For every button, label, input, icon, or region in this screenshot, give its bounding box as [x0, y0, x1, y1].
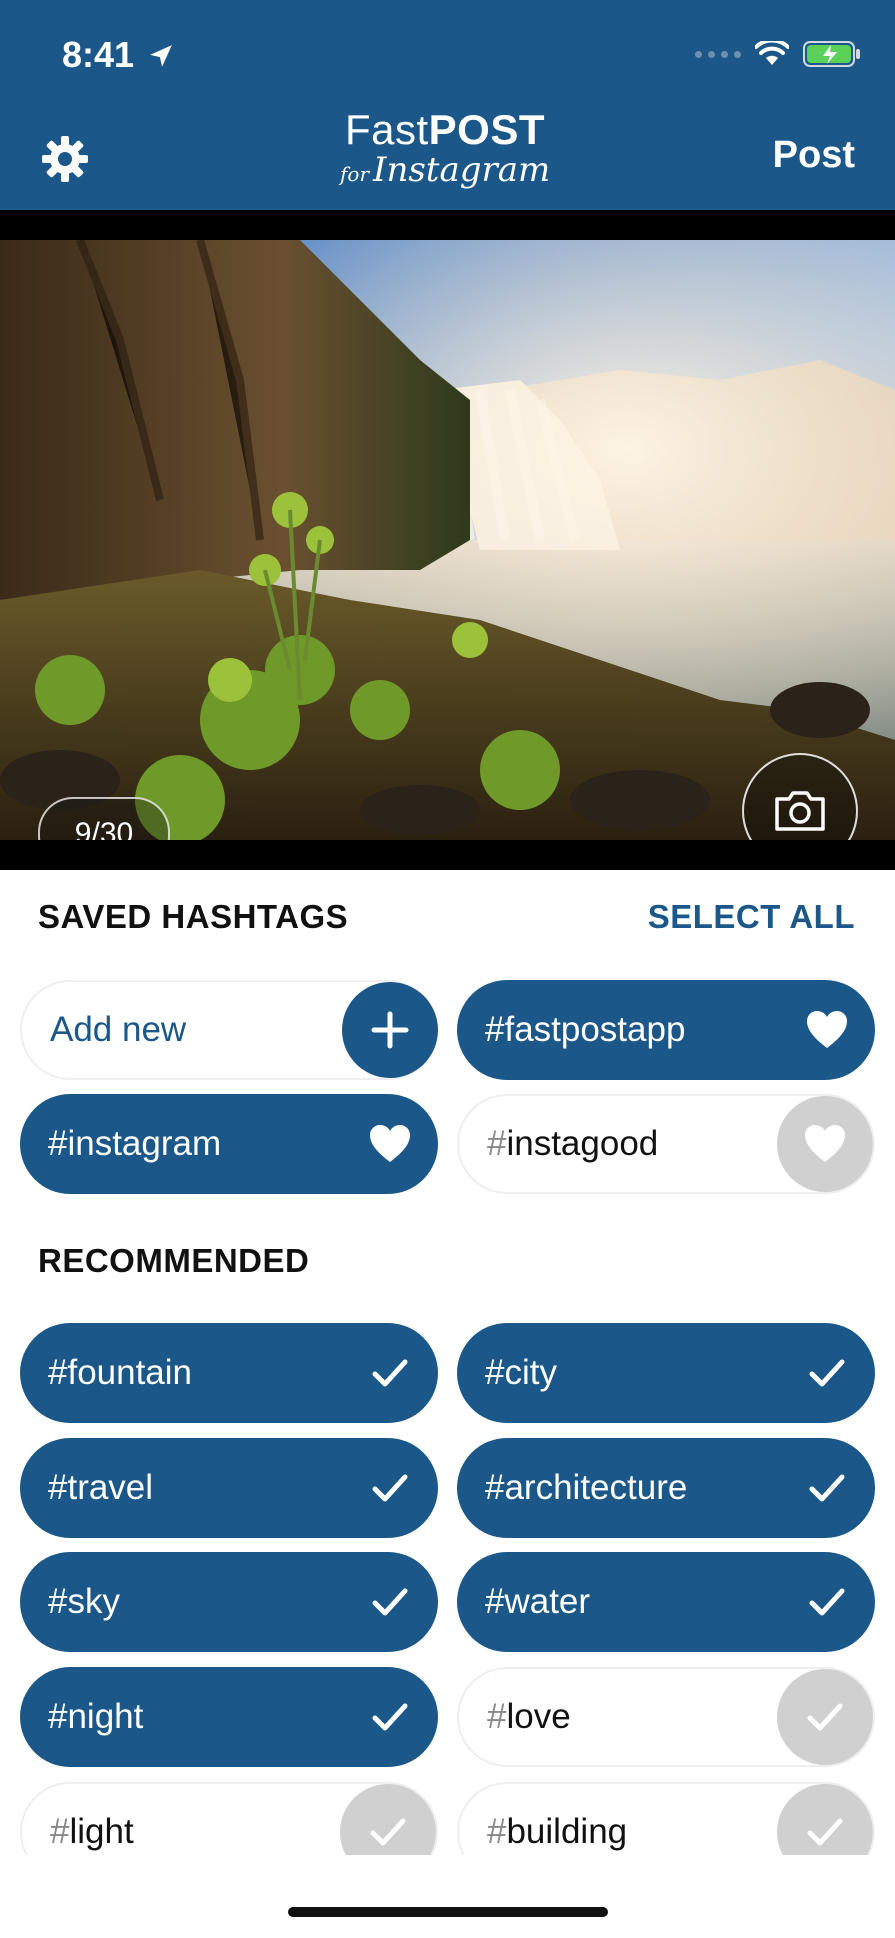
hashtag-label: #light — [50, 1812, 134, 1851]
camera-icon — [775, 791, 825, 831]
recommended-hashtag-chip[interactable]: #night — [20, 1667, 438, 1767]
checkmark-icon — [809, 1588, 845, 1616]
hashtag-label: #building — [487, 1812, 628, 1851]
checkmark-icon — [809, 1474, 845, 1502]
checkmark-icon — [807, 1818, 843, 1846]
checkmark-icon — [809, 1359, 845, 1387]
saved-hashtag-chip[interactable]: #instagram — [20, 1094, 438, 1194]
heart-icon — [807, 1011, 847, 1048]
checkmark-icon — [372, 1588, 408, 1616]
cellular-signal-icon — [695, 50, 741, 58]
hashtag-label: #fastpostapp — [485, 1010, 686, 1049]
wifi-icon — [755, 41, 789, 65]
add-circle — [342, 982, 438, 1078]
checkmark-icon — [372, 1474, 408, 1502]
checkmark-icon — [372, 1359, 408, 1387]
selected-photo[interactable]: 9/30 — [0, 240, 895, 840]
app-logo: FastPOST for Instagram — [340, 106, 551, 190]
status-time: 8:41 — [62, 34, 174, 76]
saved-hashtag-chip[interactable]: #instagood — [457, 1094, 875, 1194]
recommended-hashtag-chip[interactable]: #architecture — [457, 1438, 875, 1538]
checkmark-icon — [372, 1703, 408, 1731]
hashtag-label: #instagram — [48, 1124, 222, 1163]
photo-counter-badge: 9/30 — [38, 797, 170, 840]
saved-hashtag-chip[interactable]: #fastpostapp — [457, 980, 875, 1080]
recommended-hashtag-chip[interactable]: #sky — [20, 1552, 438, 1652]
add-hashtag-label: Add new — [50, 1010, 187, 1049]
select-all-button[interactable]: SELECT ALL — [648, 898, 855, 936]
recommended-hashtag-chip[interactable]: #water — [457, 1552, 875, 1652]
plus-icon — [371, 1011, 409, 1049]
location-arrow-icon — [150, 45, 172, 67]
gear-icon — [42, 136, 88, 182]
add-hashtag-button[interactable]: Add new — [20, 980, 438, 1080]
recommended-hashtag-chip[interactable]: #fountain — [20, 1323, 438, 1423]
heart-icon — [370, 1125, 410, 1162]
hashtag-label: #sky — [48, 1582, 120, 1621]
checkmark-icon — [370, 1818, 406, 1846]
home-indicator[interactable] — [288, 1907, 608, 1917]
hashtag-label: #city — [485, 1353, 557, 1392]
heart-icon — [805, 1125, 845, 1162]
top-bar: 8:41 FastPOST for Instagram Post — [0, 0, 895, 210]
hashtag-label: #fountain — [48, 1353, 193, 1392]
status-indicators — [695, 40, 861, 68]
recommended-heading: RECOMMENDED — [38, 1242, 310, 1279]
hashtag-label: #architecture — [485, 1468, 688, 1507]
recommended-hashtag-chip[interactable]: #city — [457, 1323, 875, 1423]
settings-button[interactable] — [40, 134, 90, 184]
hashtag-label: #water — [485, 1582, 591, 1621]
saved-hashtags-heading: SAVED HASHTAGS — [38, 898, 349, 935]
hashtag-label: #night — [48, 1697, 144, 1736]
post-button[interactable]: Post — [773, 134, 855, 177]
waterfall-photo — [0, 240, 895, 840]
battery-charging-icon — [803, 41, 860, 67]
photo-preview-area: 9/30 — [0, 210, 895, 870]
recommended-hashtag-chip[interactable]: #love — [457, 1667, 875, 1767]
hashtag-label: #instagood — [487, 1124, 659, 1163]
bottom-safe-area — [0, 1855, 895, 1938]
checkmark-icon — [807, 1703, 843, 1731]
hashtag-label: #travel — [48, 1468, 154, 1507]
hashtag-label: #love — [487, 1697, 571, 1736]
recommended-hashtag-chip[interactable]: #travel — [20, 1438, 438, 1538]
